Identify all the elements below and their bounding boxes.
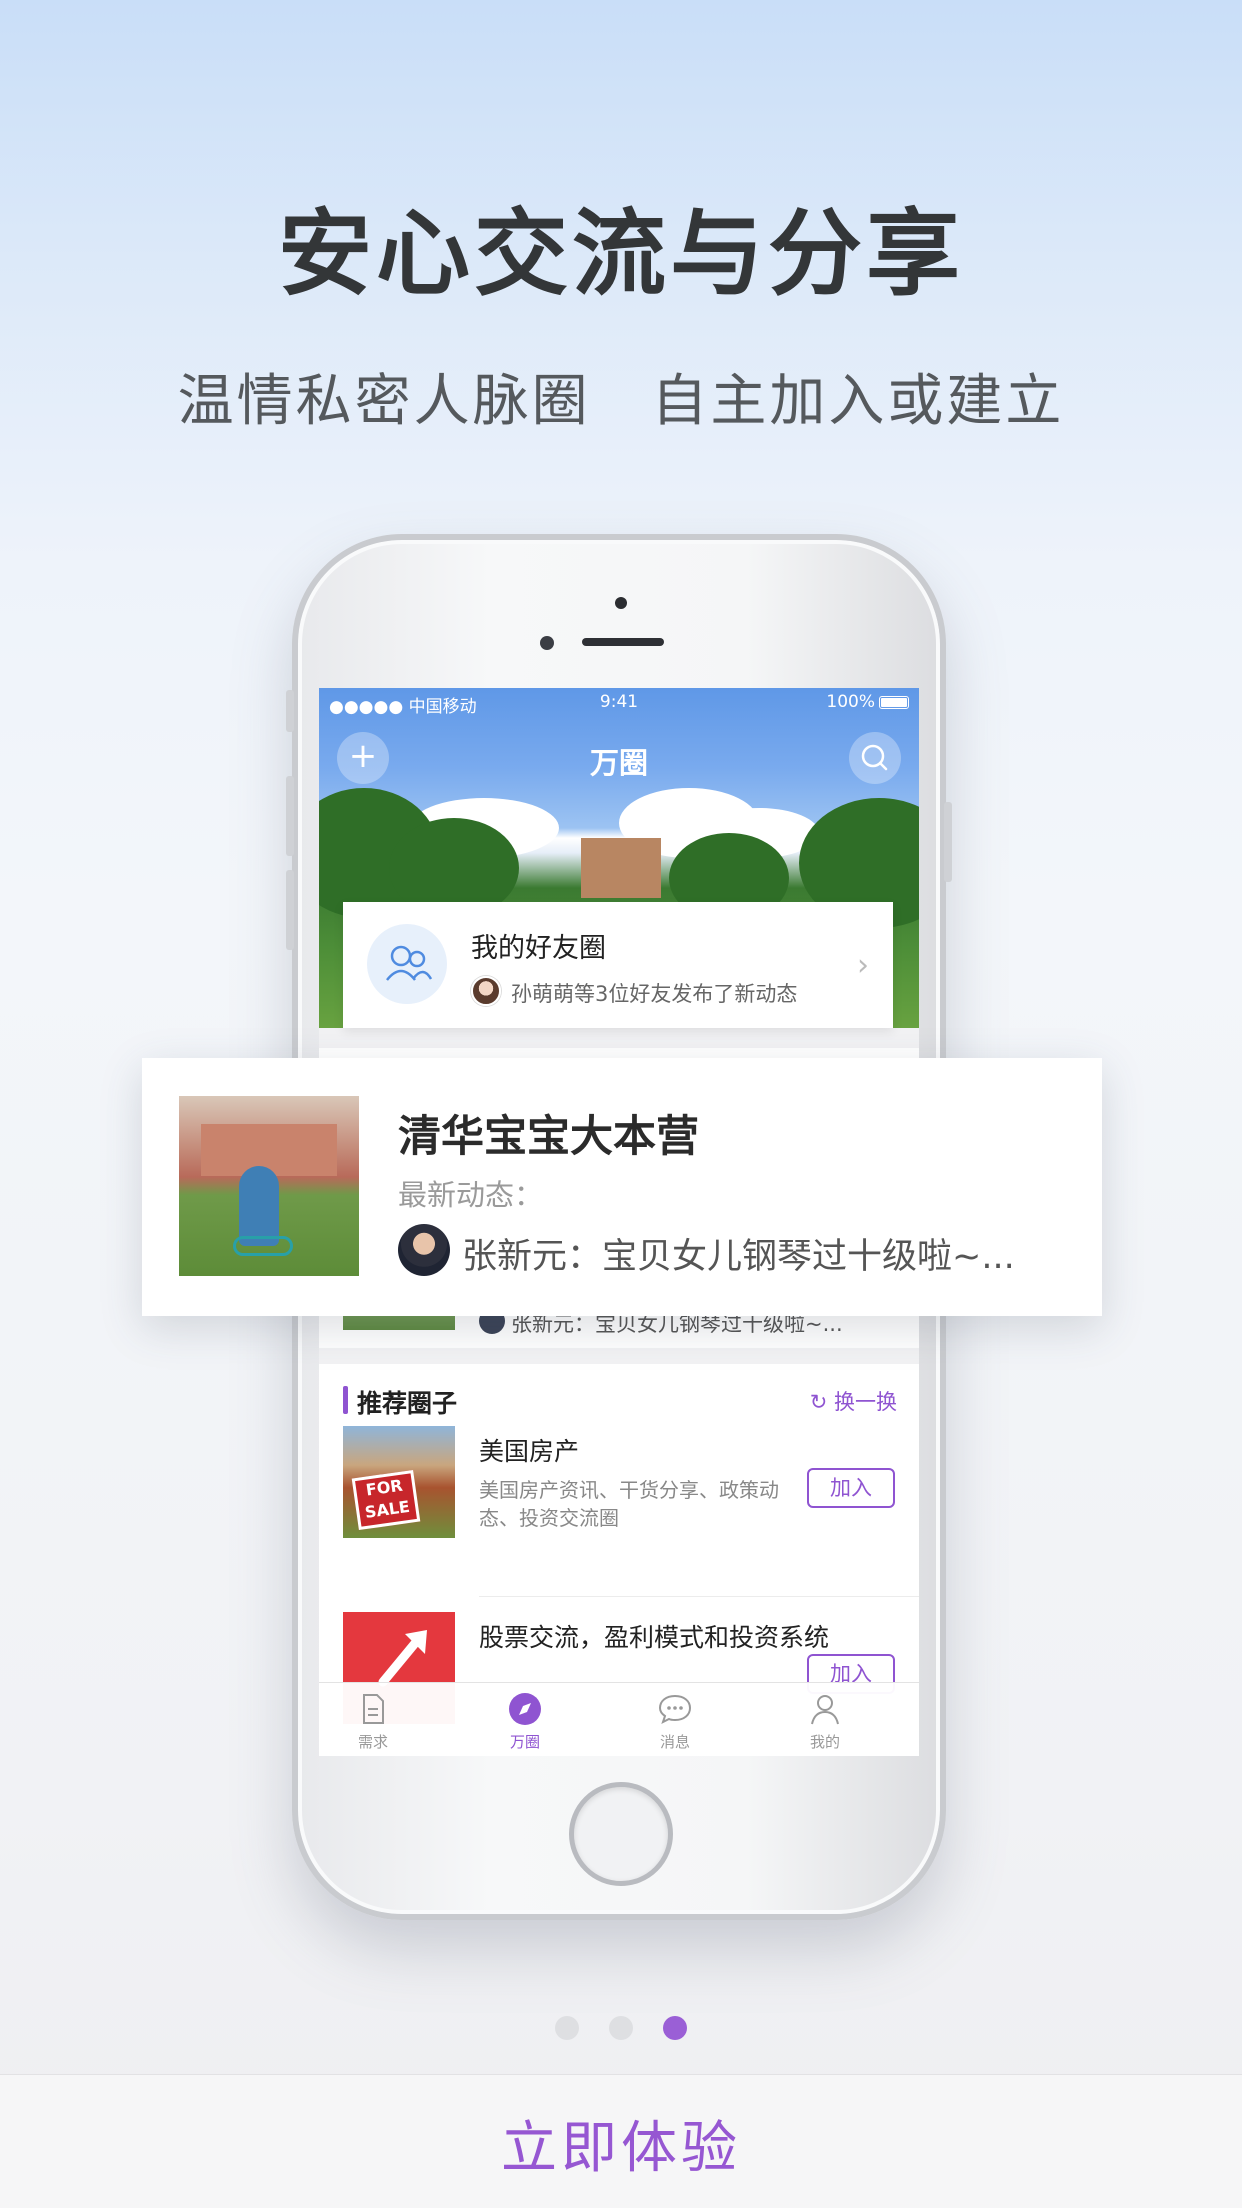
volume-down-button (286, 870, 294, 950)
latest-activity-text: 张新元：宝贝女儿钢琴过十级啦~... (462, 1237, 1015, 1277)
tab-label: 消息 (659, 1733, 690, 1751)
avatar (471, 976, 501, 1006)
bicycle (233, 1236, 293, 1256)
chevron-right-icon: › (857, 948, 869, 983)
circle-thumbnail: FOR SALE (343, 1426, 455, 1538)
subline: 温情私密人脉圈 自主加入或建立 (177, 369, 1065, 434)
try-now-button[interactable]: 立即体验 (0, 2103, 1242, 2184)
search-icon[interactable] (849, 732, 901, 784)
volume-up-button (286, 776, 294, 856)
refresh-label: 换一换 (834, 1390, 897, 1414)
earpiece-speaker (582, 638, 664, 646)
tab-circles[interactable]: 万圈 (475, 1691, 575, 1752)
child-on-bike (239, 1166, 279, 1246)
divider (479, 1596, 919, 1597)
battery-percent: 100% (826, 692, 875, 712)
section-marker (343, 1386, 348, 1414)
proximity-sensor (540, 636, 554, 650)
circle-title: 美国房产 (479, 1437, 580, 1466)
friend-circle-title: 我的好友圈 (471, 933, 606, 964)
nav-title: 万圈 (589, 746, 648, 780)
recommended-title: 推荐圈子 (357, 1389, 458, 1418)
person-icon (811, 1695, 839, 1725)
featured-circle-card[interactable]: 清华宝宝大本营 最新动态： 张新元：宝贝女儿钢琴过十级啦~... (142, 1058, 1102, 1316)
refresh-icon: ↻ (809, 1390, 828, 1414)
cta-bar: 立即体验 (0, 2074, 1242, 2208)
status-bar: ●●●●● 中国移动 9:41 100% (319, 688, 919, 718)
home-button (569, 1782, 673, 1886)
power-button (944, 802, 952, 882)
circle-description: 美国房产资讯、干货分享、政策动态、投资交流圈 (479, 1478, 779, 1530)
tab-needs[interactable]: 需求 (323, 1691, 423, 1752)
friends-icon (367, 924, 447, 1004)
latest-activity-label: 最新动态： (398, 1178, 544, 1212)
tab-label: 需求 (357, 1733, 388, 1751)
campus-building (581, 838, 661, 898)
tab-messages[interactable]: 消息 (625, 1691, 725, 1752)
compass-icon (509, 1693, 541, 1725)
page-dot[interactable] (609, 2016, 633, 2040)
circle-name: 清华宝宝大本营 (398, 1112, 699, 1162)
headline: 安心交流与分享 (277, 200, 964, 309)
tab-bar: 需求 万圈 消息 我的 (319, 1682, 919, 1756)
avatar (398, 1224, 450, 1276)
circle-photo (179, 1096, 359, 1276)
chat-bubble-icon (658, 1694, 692, 1724)
battery-icon (879, 696, 909, 709)
my-friend-circle-card[interactable]: 我的好友圈 孙萌萌等3位好友发布了新动态 › (343, 902, 893, 1028)
page-dot-active[interactable] (663, 2016, 687, 2040)
tab-label: 万圈 (509, 1733, 540, 1751)
mute-switch (286, 690, 294, 732)
front-camera (615, 597, 627, 609)
circle-title: 股票交流，盈利模式和投资系统 (479, 1623, 830, 1652)
document-icon (363, 1694, 384, 1724)
friend-circle-subtitle: 孙萌萌等3位好友发布了新动态 (511, 982, 798, 1006)
tab-mine[interactable]: 我的 (775, 1691, 875, 1752)
join-button[interactable]: 加入 (807, 1468, 895, 1508)
for-sale-sign: FOR SALE (351, 1469, 421, 1531)
tab-label: 我的 (809, 1733, 840, 1751)
page-indicator (0, 2016, 1242, 2044)
refresh-button[interactable]: ↻ 换一换 (810, 1386, 897, 1416)
page-dot[interactable] (555, 2016, 579, 2040)
